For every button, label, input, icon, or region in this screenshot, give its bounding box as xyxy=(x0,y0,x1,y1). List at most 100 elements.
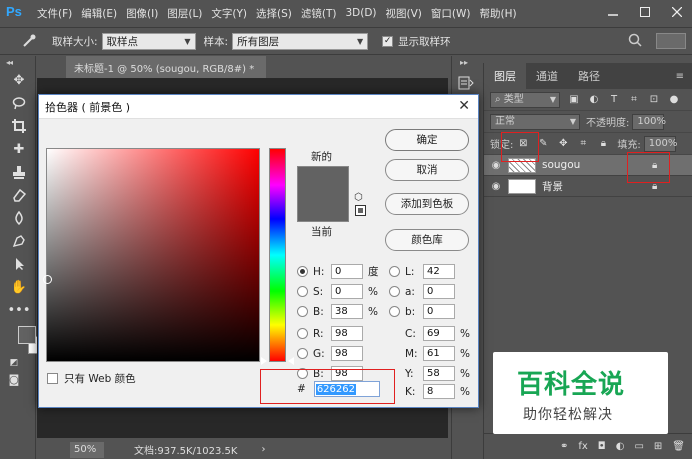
link-layers-icon[interactable]: ⚭ xyxy=(560,441,568,452)
type-filter-icon[interactable]: T xyxy=(608,94,620,105)
move-tool-icon[interactable]: ✥ xyxy=(7,70,31,90)
expand-icon[interactable]: ▸▸ xyxy=(460,58,479,67)
lock-position-icon[interactable]: ✥ xyxy=(557,138,569,149)
color-libraries-button[interactable]: 颜色库 xyxy=(385,229,469,251)
workspace-switcher[interactable] xyxy=(656,33,686,49)
menu-edit[interactable]: 编辑(E) xyxy=(81,6,117,21)
panel-menu-icon[interactable]: ≡ xyxy=(676,71,684,82)
hue-input[interactable]: 0 xyxy=(331,264,363,279)
ok-button[interactable]: 确定 xyxy=(385,129,469,151)
menu-layer[interactable]: 图层(L) xyxy=(167,6,202,21)
magenta-input[interactable]: 61 xyxy=(423,346,455,361)
pen-tool-icon[interactable] xyxy=(7,231,31,251)
black-input[interactable]: 8 xyxy=(423,384,455,399)
hue-slider-handle-right[interactable] xyxy=(288,357,294,365)
green-input[interactable]: 98 xyxy=(331,346,363,361)
saturation-brightness-field[interactable] xyxy=(43,148,260,362)
lab-b-radio[interactable] xyxy=(389,306,400,317)
history-panel-icon[interactable] xyxy=(458,75,479,94)
layer-kind-value: 类型 xyxy=(503,93,524,105)
sample-select[interactable]: 所有图层 ▼ xyxy=(232,32,369,50)
lab-l-input[interactable]: 42 xyxy=(423,264,455,279)
menu-view[interactable]: 视图(V) xyxy=(386,6,422,21)
red-input[interactable]: 98 xyxy=(331,326,363,341)
healing-brush-icon[interactable]: ✚ xyxy=(7,139,31,159)
color-cursor[interactable] xyxy=(43,275,52,284)
eye-icon[interactable]: ◉ xyxy=(488,181,504,192)
menu-help[interactable]: 帮助(H) xyxy=(480,6,517,21)
menu-type[interactable]: 文字(Y) xyxy=(211,6,247,21)
path-selection-icon[interactable] xyxy=(7,254,31,274)
hand-tool-icon[interactable]: ✋ xyxy=(7,277,31,297)
new-group-icon[interactable]: ▭ xyxy=(634,441,643,452)
lasso-tool-icon[interactable] xyxy=(7,93,31,113)
collapse-icon[interactable]: ◂◂ xyxy=(6,58,35,67)
search-icon[interactable] xyxy=(628,33,642,50)
minimize-icon[interactable] xyxy=(602,2,624,22)
new-layer-icon[interactable]: ⊞ xyxy=(654,441,662,452)
hue-radio[interactable] xyxy=(297,266,308,277)
tab-channels[interactable]: 通道 xyxy=(526,63,568,89)
green-radio[interactable] xyxy=(297,348,308,359)
yellow-input[interactable]: 58 xyxy=(423,366,455,381)
lab-a-input[interactable]: 0 xyxy=(423,284,455,299)
close-window-icon[interactable] xyxy=(666,2,688,22)
hue-slider-handle-left[interactable] xyxy=(261,357,267,365)
menu-file[interactable]: 文件(F) xyxy=(37,6,72,21)
stamp-tool-icon[interactable] xyxy=(7,162,31,182)
menu-window[interactable]: 窗口(W) xyxy=(431,6,471,21)
fill-field[interactable]: 100% xyxy=(643,135,677,152)
show-ring-checkbox[interactable]: ✓ xyxy=(382,35,394,47)
lab-a-radio[interactable] xyxy=(389,286,400,297)
sample-size-select[interactable]: 取样点 ▼ xyxy=(101,32,196,50)
blend-mode-select[interactable]: 正常 ▼ xyxy=(490,113,580,130)
web-colors-only-checkbox[interactable] xyxy=(47,373,58,384)
cancel-button[interactable]: 取消 xyxy=(385,159,469,181)
delete-layer-icon[interactable]: 🗑︎ xyxy=(672,441,685,452)
layer-mask-icon[interactable]: ◘ xyxy=(598,441,606,452)
red-radio[interactable] xyxy=(297,328,308,339)
eyedropper-tool-preset-icon[interactable] xyxy=(16,31,42,51)
lab-l-radio[interactable] xyxy=(389,266,400,277)
brightness-input[interactable]: 38 xyxy=(331,304,363,319)
image-filter-icon[interactable]: ▣ xyxy=(568,94,580,105)
more-tools-icon[interactable]: ••• xyxy=(7,300,31,320)
add-to-swatches-button[interactable]: 添加到色板 xyxy=(385,193,469,215)
lock-all-icon[interactable]: 🔒︎ xyxy=(597,138,609,149)
default-colors-icon[interactable]: ◩ xyxy=(4,356,24,370)
zoom-field[interactable]: 50% xyxy=(70,441,104,458)
filter-toggle-icon[interactable]: ● xyxy=(668,94,680,105)
menu-3d[interactable]: 3D(D) xyxy=(345,7,376,19)
web-safe-color-icon[interactable] xyxy=(355,205,366,216)
quick-mask-icon[interactable]: ◙ xyxy=(4,372,24,386)
brightness-radio[interactable] xyxy=(297,306,308,317)
saturation-input[interactable]: 0 xyxy=(331,284,363,299)
close-icon[interactable]: ✕ xyxy=(458,98,470,114)
smart-object-filter-icon[interactable]: ⊡ xyxy=(648,94,660,105)
maximize-icon[interactable] xyxy=(634,2,656,22)
blur-tool-icon[interactable] xyxy=(7,208,31,228)
document-tab[interactable]: 未标题-1 @ 50% (sougou, RGB/8#) * xyxy=(66,56,266,78)
crop-tool-icon[interactable] xyxy=(7,116,31,136)
shape-filter-icon[interactable]: ⌗ xyxy=(628,94,640,105)
menu-select[interactable]: 选择(S) xyxy=(256,6,292,21)
menu-filter[interactable]: 滤镜(T) xyxy=(301,6,337,21)
out-of-gamut-cube-icon[interactable]: ⬡ xyxy=(354,192,363,203)
opacity-field[interactable]: 100% xyxy=(632,113,666,130)
layer-kind-filter[interactable]: ⌕ 类型 ▼ xyxy=(490,91,560,108)
saturation-radio[interactable] xyxy=(297,286,308,297)
lab-b-input[interactable]: 0 xyxy=(423,304,455,319)
hue-slider[interactable] xyxy=(269,148,286,362)
tab-layers[interactable]: 图层 xyxy=(484,63,526,89)
adjustment-layer-icon[interactable]: ◐ xyxy=(616,441,625,452)
tab-paths[interactable]: 路径 xyxy=(568,63,610,89)
lock-artboard-icon[interactable]: ⌗ xyxy=(577,138,589,149)
cyan-input[interactable]: 69 xyxy=(423,326,455,341)
eraser-tool-icon[interactable] xyxy=(7,185,31,205)
foreground-color-swatch[interactable] xyxy=(18,326,36,344)
adjustment-filter-icon[interactable]: ◐ xyxy=(588,94,600,105)
menu-image[interactable]: 图像(I) xyxy=(126,6,158,21)
lock-image-pixels-icon[interactable]: ✎ xyxy=(537,138,549,149)
layer-style-icon[interactable]: fx xyxy=(578,441,587,452)
chevron-right-icon[interactable]: › xyxy=(261,444,265,455)
